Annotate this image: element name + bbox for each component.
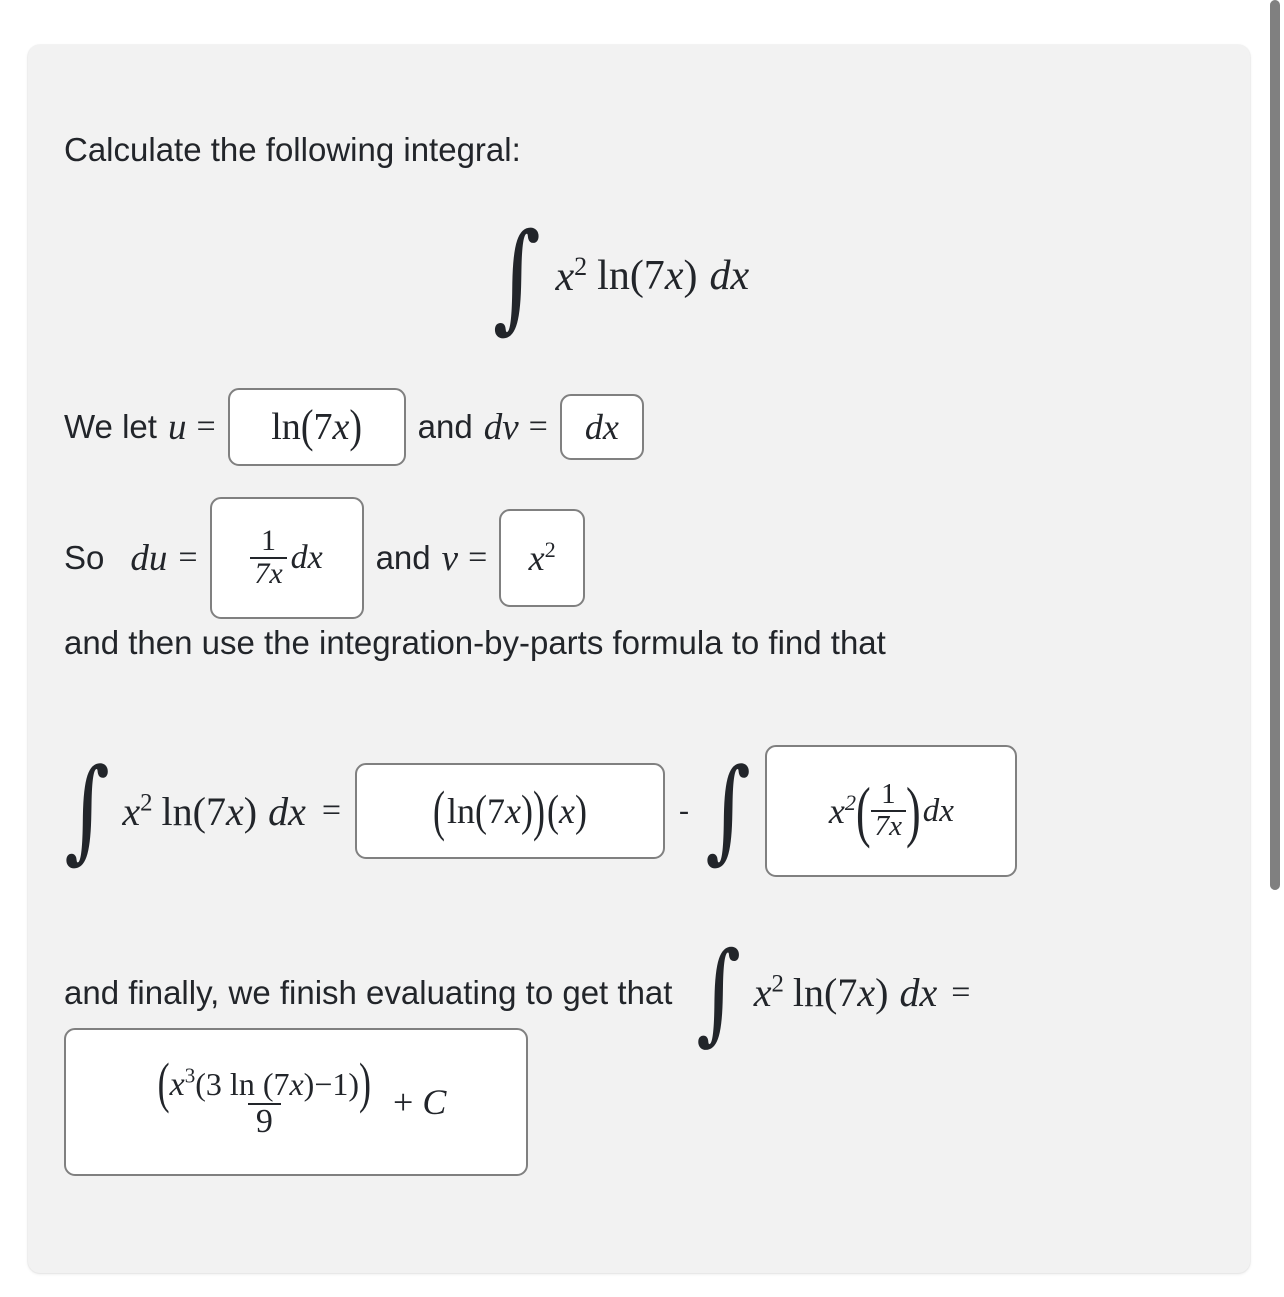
input-box-uv[interactable]: (ln(7x))(x) [355,763,666,859]
remaining-numerator: 1 [881,778,896,811]
substitution-line: We let u = ln(7x) and dv = dx [64,388,644,466]
parts-equals: = [321,792,342,829]
du-denominator: 7x [250,557,287,590]
derivative-lead: So [64,539,105,577]
remaining-paren-open: ( [856,773,871,849]
remaining-denominator: 7x [870,810,907,842]
scrollbar-track[interactable] [1266,0,1284,1297]
page-title: Calculate the following integral: [64,131,521,168]
final-answer-constant: + C [393,1082,447,1122]
input-box-du[interactable]: 1 7x dx [209,497,364,619]
dv-equals: = [528,408,548,445]
v-symbol: v [441,537,459,579]
derivative-equals: = [178,539,198,576]
final-integral-sign-icon: ∫ [696,928,742,1056]
final-line-row: and finally, we finish evaluating to get… [64,928,971,1056]
integral-sign-icon: ∫ [492,207,541,345]
remaining-dx: dx [922,792,954,829]
remaining-paren-close: ) [906,773,921,849]
v-equals: = [468,539,488,576]
input-box-uv-value: (ln(7x))(x) [433,780,587,842]
derivative-conjunction: and [375,539,431,577]
final-answer-fraction: (x3(3 ln (7x)−1)) 9 [150,1051,379,1140]
remaining-x: x2 [828,790,857,831]
final-answer-numerator: (x3(3 ln (7x)−1)) [157,1051,372,1114]
input-box-dv-value: dx [584,407,619,447]
remaining-fraction: 1 7x [870,778,907,842]
input-box-final-answer[interactable]: (x3(3 ln (7x)−1)) 9 + C [64,1028,528,1176]
parts-integral-sign-icon: ∫ [64,745,110,876]
u-symbol: u [167,406,187,448]
input-box-v[interactable]: x2 [499,509,586,607]
final-line-text: and finally, we finish evaluating to get… [64,974,673,1012]
integrand-x: x2 [555,251,588,300]
final-answer-denominator: 9 [247,1102,281,1140]
parts-minus-sign: - [679,794,690,827]
input-box-du-dx: dx [290,539,323,576]
input-box-dv[interactable]: dx [559,394,644,460]
du-numerator: 1 [261,524,276,558]
input-box-v-value: x2 [528,537,556,578]
dv-symbol: dv [483,406,519,448]
du-symbol: du [130,537,168,579]
derivative-line: So du = 1 7x dx and v = x2 [64,497,586,619]
parts-lhs-x: x2 [122,788,153,834]
integrand-ln: ln(7x) [597,253,698,300]
final-integrand-ln: ln(7x) [792,970,889,1016]
parts-lhs-ln: ln(7x) [161,788,258,834]
final-integrand-x: x2 [753,970,784,1016]
integrand-dx: dx [709,253,750,300]
problem-card: Calculate the following integral: ∫ x2 l… [28,45,1250,1273]
instruction-text: and then use the integration-by-parts fo… [64,624,886,661]
parts-equation-row: ∫ x2 ln(7x) dx = (ln(7x))(x) - ∫ x2 ( 1 … [58,745,1018,877]
input-box-du-fraction: 1 7x [250,524,287,590]
final-equals: = [951,973,971,1011]
final-integrand-dx: dx [899,970,938,1016]
scrollbar-thumb[interactable] [1270,0,1280,890]
substitution-equals: = [196,408,216,445]
substitution-lead: We let [64,408,157,446]
problem-integral: ∫ x2 ln(7x) dx [486,207,750,345]
parts-second-integral-sign-icon: ∫ [705,745,751,876]
input-box-remaining-integral[interactable]: x2 ( 1 7x ) dx [765,745,1018,877]
input-box-u-value: ln(7x) [271,401,362,453]
parts-lhs-dx: dx [268,788,306,834]
substitution-conjunction: and [417,408,473,446]
input-box-u[interactable]: ln(7x) [227,388,406,466]
